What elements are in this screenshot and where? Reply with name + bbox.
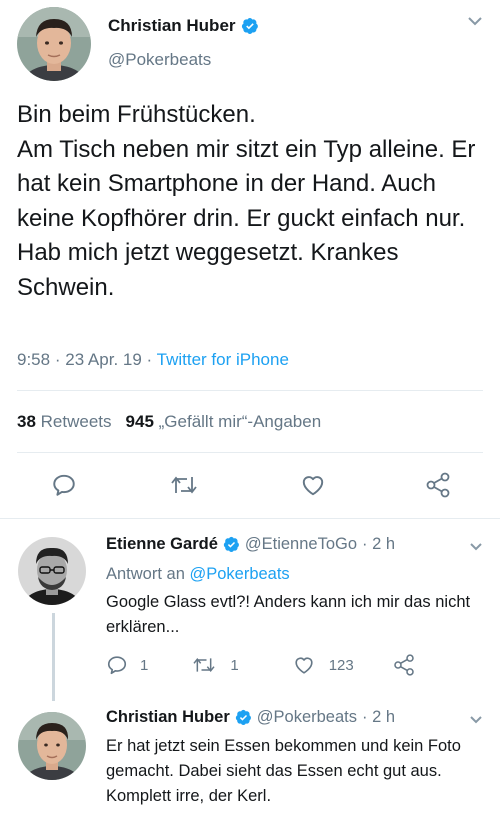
chevron-down-icon[interactable]	[466, 14, 484, 33]
meta-separator-2: ·	[146, 350, 153, 369]
reply-author[interactable]: Christian Huber @Pokerbeats · 2 h	[106, 708, 395, 727]
tweet-metadata: 9:58 · 23 Apr. 19 · Twitter for iPhone	[17, 350, 289, 370]
replying-to-label: Antwort an	[106, 565, 185, 583]
reply-text: Er hat jetzt sein Essen bekommen und kei…	[106, 737, 466, 805]
author-name[interactable]: Christian Huber	[108, 16, 259, 36]
reply-author-handle[interactable]: @Pokerbeats	[257, 708, 357, 727]
like-count: 123	[328, 656, 354, 674]
tweet-text: Bin beim Frühstücken. Am Tisch neben mir…	[17, 101, 476, 301]
author-handle[interactable]: @Pokerbeats	[108, 50, 211, 70]
verified-badge-icon	[223, 536, 240, 553]
reply-author[interactable]: Etienne Gardé @EtienneToGo · 2 h	[106, 535, 395, 554]
reply-icon[interactable]	[51, 472, 77, 503]
replying-to: Antwort an @Pokerbeats	[106, 565, 290, 584]
meta-separator: ·	[54, 350, 61, 369]
tweet-time: 9:58	[17, 350, 51, 369]
reply-action-bar: 1 1 123	[106, 653, 416, 677]
retweet-label: Retweets	[40, 412, 112, 431]
like-icon[interactable]	[300, 472, 326, 503]
reply-avatar[interactable]	[18, 712, 86, 780]
reply-count: 1	[140, 656, 149, 674]
retweet-icon[interactable]	[192, 655, 216, 675]
tweet-date: 23 Apr. 19	[65, 350, 142, 369]
verified-badge-icon	[235, 709, 252, 726]
reply-avatar[interactable]	[18, 537, 86, 605]
tweet-stats: 38 Retweets 945 „Gefällt mir“-Angaben	[17, 412, 321, 432]
divider	[17, 452, 483, 453]
reply-icon[interactable]	[106, 654, 128, 676]
share-icon[interactable]	[424, 471, 452, 504]
share-icon[interactable]	[392, 653, 416, 677]
tweet-source-link[interactable]: Twitter for iPhone	[157, 350, 289, 369]
chevron-down-icon[interactable]	[468, 540, 484, 558]
reply-time: · 2 h	[362, 708, 396, 726]
reply-time: · 2 h	[362, 535, 396, 553]
reply-text: Google Glass evtl?! Anders kann ich mir …	[106, 593, 475, 636]
author-name-text[interactable]: Christian Huber	[108, 16, 236, 36]
verified-badge-icon	[241, 17, 259, 35]
chevron-down-icon[interactable]	[468, 713, 484, 731]
replying-to-mention[interactable]: @Pokerbeats	[189, 565, 289, 583]
retweet-icon[interactable]	[170, 473, 198, 502]
author-avatar[interactable]	[17, 7, 91, 81]
like-count: 945	[125, 412, 154, 431]
reply-author-name[interactable]: Etienne Gardé	[106, 535, 218, 554]
reply-author-name[interactable]: Christian Huber	[106, 708, 230, 727]
thread-line	[52, 613, 55, 701]
likes-stat[interactable]: 945 „Gefällt mir“-Angaben	[126, 412, 322, 431]
retweets-stat[interactable]: 38 Retweets	[17, 412, 112, 431]
divider	[17, 390, 483, 391]
like-icon[interactable]	[293, 654, 315, 676]
reply-author-handle[interactable]: @EtienneToGo	[245, 535, 357, 554]
retweet-count: 1	[230, 656, 239, 674]
like-label: „Gefällt mir“-Angaben	[158, 412, 322, 431]
retweet-count: 38	[17, 412, 36, 431]
divider	[0, 518, 500, 519]
